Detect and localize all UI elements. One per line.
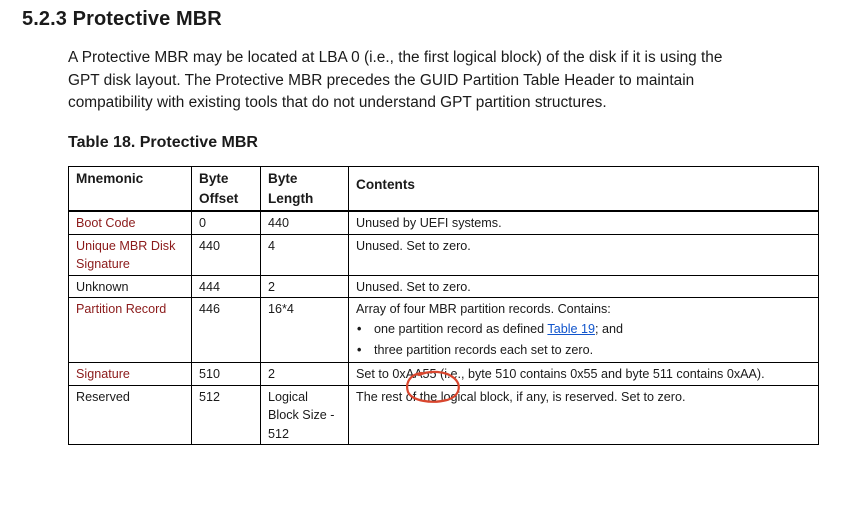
intro-line: GPT disk layout. The Protective MBR prec… — [68, 71, 695, 89]
bullet-text: three partition records each set to zero… — [374, 342, 594, 357]
mnemonic-cell: Boot Code — [68, 210, 192, 235]
intro-line: A Protective MBR may be located at LBA 0… — [68, 49, 723, 66]
table-row: Signature 510 2 Set to 0xAA55 (i.e., byt… — [68, 361, 819, 386]
length-cell: 2 — [260, 361, 349, 386]
contents-cell: Set to 0xAA55 (i.e., byte 510 contains 0… — [348, 361, 819, 386]
offset-cell: 512 — [191, 384, 261, 446]
bullet-icon: • — [357, 342, 362, 357]
protective-mbr-table: Mnemonic Byte Offset Byte Length Content… — [68, 166, 819, 446]
contents-cell: Unused by UEFI systems. — [348, 210, 819, 235]
contents-cell: The rest of the logical block, if any, i… — [348, 384, 819, 446]
list-item: • three partition records each set to ze… — [356, 340, 812, 361]
table-row: Unique MBR Disk Signature 440 4 Unused. … — [68, 233, 819, 276]
table-row: Boot Code 0 440 Unused by UEFI systems. — [68, 210, 819, 235]
mnemonic-cell: Unknown — [68, 274, 192, 299]
contents-cell: Unused. Set to zero. — [348, 274, 819, 299]
header-byte-offset: Byte Offset — [191, 166, 261, 212]
intro-paragraph: A Protective MBR may be located at LBA 0… — [68, 47, 828, 115]
bullet-icon: • — [357, 321, 362, 336]
offset-cell: 446 — [191, 297, 261, 363]
length-cell: 4 — [260, 233, 349, 276]
intro-line: compatibility with existing tools that d… — [68, 94, 607, 111]
offset-cell: 0 — [191, 210, 261, 235]
offset-cell: 444 — [191, 274, 261, 299]
contents-intro: Array of four MBR partition records. Con… — [356, 302, 611, 317]
table-header-row: Mnemonic Byte Offset Byte Length Content… — [68, 166, 819, 212]
mnemonic-cell: Partition Record — [68, 297, 192, 363]
length-cell: 16*4 — [260, 297, 349, 363]
bullet-text: one partition record as defined — [374, 321, 548, 336]
header-byte-length: Byte Length — [260, 166, 349, 212]
mnemonic-cell: Unique MBR Disk Signature — [68, 233, 192, 276]
list-item: • one partition record as defined Table … — [356, 319, 812, 340]
contents-cell: Array of four MBR partition records. Con… — [348, 297, 819, 363]
table-row: Partition Record 446 16*4 Array of four … — [68, 297, 819, 363]
table-19-link[interactable]: Table 19 — [547, 322, 595, 336]
length-cell: Logical Block Size - 512 — [260, 384, 349, 446]
contents-cell: Unused. Set to zero. — [348, 233, 819, 276]
offset-cell: 440 — [191, 233, 261, 276]
table-row: Reserved 512 Logical Block Size - 512 Th… — [68, 384, 819, 446]
length-cell: 2 — [260, 274, 349, 299]
mnemonic-cell: Reserved — [68, 384, 192, 446]
section-heading: 5.2.3 Protective MBR — [22, 8, 222, 30]
bullet-text-suffix: ; and — [595, 321, 624, 336]
header-contents: Contents — [348, 166, 819, 212]
mnemonic-cell: Signature — [68, 361, 192, 386]
length-cell: 440 — [260, 210, 349, 235]
partition-bullet-list: • one partition record as defined Table … — [356, 319, 812, 361]
offset-cell: 510 — [191, 361, 261, 386]
header-mnemonic: Mnemonic — [68, 166, 192, 212]
table-caption: Table 18. Protective MBR — [68, 134, 258, 151]
table-row: Unknown 444 2 Unused. Set to zero. — [68, 274, 819, 299]
